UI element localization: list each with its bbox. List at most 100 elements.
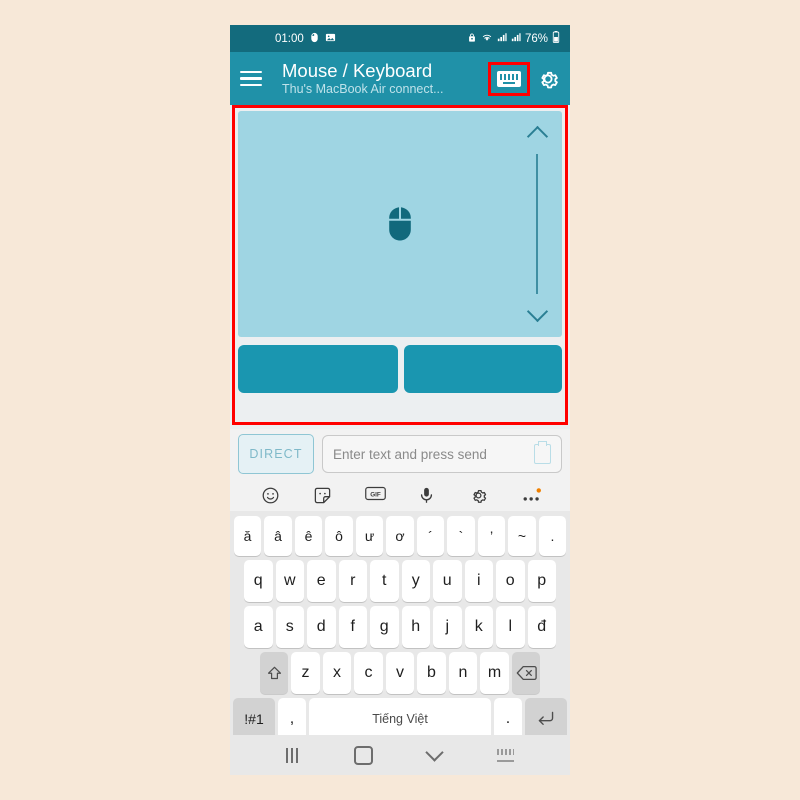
hide-keyboard-icon[interactable] (425, 743, 445, 762)
symbols-key[interactable]: !#1 (233, 698, 275, 740)
key[interactable]: ê (294, 516, 323, 556)
keyboard-row-accents: ă â ê ô ư ơ ´ ` ’ ~ . (233, 516, 567, 556)
key[interactable]: j (433, 606, 462, 648)
key[interactable]: b (417, 652, 446, 694)
keyboard-row-qwerty: q w e r t y u i o p (233, 560, 567, 602)
period-key[interactable]: . (494, 698, 522, 740)
keyboard-toolbar: GIF (230, 479, 570, 511)
key[interactable]: x (322, 652, 352, 694)
chevron-up-icon[interactable] (526, 125, 548, 148)
scroll-track[interactable] (536, 154, 538, 294)
key[interactable]: l (496, 606, 525, 648)
key[interactable]: ´ (416, 516, 445, 556)
key[interactable]: s (275, 606, 304, 648)
image-icon (325, 32, 336, 46)
more-options-icon[interactable] (521, 486, 541, 505)
key[interactable]: p (527, 560, 556, 602)
touchpad-area (238, 111, 562, 419)
status-bar-right: 76% (467, 31, 560, 46)
key[interactable]: g (370, 606, 399, 648)
settings-button[interactable] (536, 67, 560, 91)
key[interactable]: â (264, 516, 292, 556)
key[interactable]: ` (447, 516, 475, 556)
key[interactable]: . (538, 516, 567, 556)
wifi-icon (481, 32, 493, 46)
click-buttons-row (238, 345, 562, 393)
left-click-button[interactable] (238, 345, 398, 393)
key[interactable]: z (291, 652, 320, 694)
key[interactable]: m (480, 652, 509, 694)
shift-key[interactable] (259, 652, 289, 694)
gif-icon[interactable]: GIF (364, 486, 386, 505)
microphone-icon[interactable] (417, 486, 436, 505)
comma-key[interactable]: , (278, 698, 306, 740)
key[interactable]: ư (355, 516, 384, 556)
key[interactable]: ă (233, 516, 262, 556)
key[interactable]: w (275, 560, 304, 602)
key[interactable]: v (385, 652, 415, 694)
key[interactable]: y (401, 560, 430, 602)
home-icon[interactable] (353, 745, 373, 765)
app-bar: Mouse / Keyboard Thu's MacBook Air conne… (230, 52, 570, 105)
sticker-icon[interactable] (313, 486, 332, 505)
key[interactable]: f (338, 606, 367, 648)
key[interactable]: k (464, 606, 493, 648)
keyboard-icon (497, 70, 521, 87)
keyboard-row-space: !#1 , Tiếng Việt . (233, 698, 567, 740)
key[interactable]: o (496, 560, 525, 602)
keyboard-row-home: a s d f g h j k l đ (233, 606, 567, 648)
status-bar: 01:00 76% (230, 25, 570, 52)
signal-icon-2 (511, 32, 521, 45)
enter-icon (538, 711, 554, 726)
scrollbar[interactable] (526, 125, 548, 323)
key[interactable]: t (370, 560, 399, 602)
direct-mode-button[interactable]: DIRECT (238, 434, 314, 474)
keyboard-row-bottom-letters: z x c v b n m (233, 652, 567, 694)
key[interactable]: ’ (477, 516, 506, 556)
key[interactable]: ô (325, 516, 353, 556)
touchpad[interactable] (238, 111, 562, 337)
text-input-field[interactable]: Enter text and press send (322, 435, 562, 473)
backspace-icon (516, 665, 537, 681)
notification-badge (536, 487, 541, 493)
shift-icon (267, 666, 281, 679)
connection-status: Thu's MacBook Air connect... (282, 81, 444, 96)
key[interactable]: d (307, 606, 336, 648)
page-title: Mouse / Keyboard (282, 59, 433, 81)
text-input-placeholder: Enter text and press send (333, 446, 487, 462)
key[interactable]: q (244, 560, 273, 602)
right-click-button[interactable] (404, 345, 562, 393)
key[interactable]: u (433, 560, 462, 602)
key[interactable]: ~ (508, 516, 536, 556)
key[interactable]: r (338, 560, 367, 602)
key[interactable]: đ (527, 606, 556, 648)
phone-screen: 01:00 76% Mouse / Keyboard Thu's MacBook… (230, 25, 570, 775)
emoji-icon[interactable] (261, 486, 280, 505)
gear-icon (541, 71, 558, 88)
key[interactable]: e (307, 560, 336, 602)
key[interactable]: h (401, 606, 430, 648)
clipboard-icon[interactable] (534, 441, 551, 464)
key[interactable]: n (448, 652, 478, 694)
recents-icon[interactable] (285, 747, 298, 763)
virtual-keyboard: ă â ê ô ư ơ ´ ` ’ ~ . q w e r t y u i o … (230, 511, 570, 756)
keyboard-switch-icon[interactable] (497, 748, 515, 762)
svg-text:GIF: GIF (370, 491, 381, 498)
chevron-down-icon[interactable] (526, 300, 548, 323)
navigation-bar (230, 735, 570, 775)
keyboard-toggle-button[interactable] (488, 61, 530, 96)
mouse-icon (309, 32, 320, 46)
backspace-key[interactable] (511, 652, 541, 694)
space-key[interactable]: Tiếng Việt (309, 698, 491, 740)
key[interactable]: c (354, 652, 383, 694)
key[interactable]: a (244, 606, 273, 648)
hamburger-icon[interactable] (240, 70, 262, 87)
mouse-icon (387, 206, 413, 242)
key[interactable]: i (464, 560, 493, 602)
enter-key[interactable] (525, 698, 567, 740)
gear-icon[interactable] (469, 486, 488, 505)
key[interactable]: ơ (386, 516, 414, 556)
battery-percent: 76% (524, 32, 548, 45)
status-time: 01:00 (275, 32, 304, 45)
alarm-lock-icon (467, 32, 477, 46)
